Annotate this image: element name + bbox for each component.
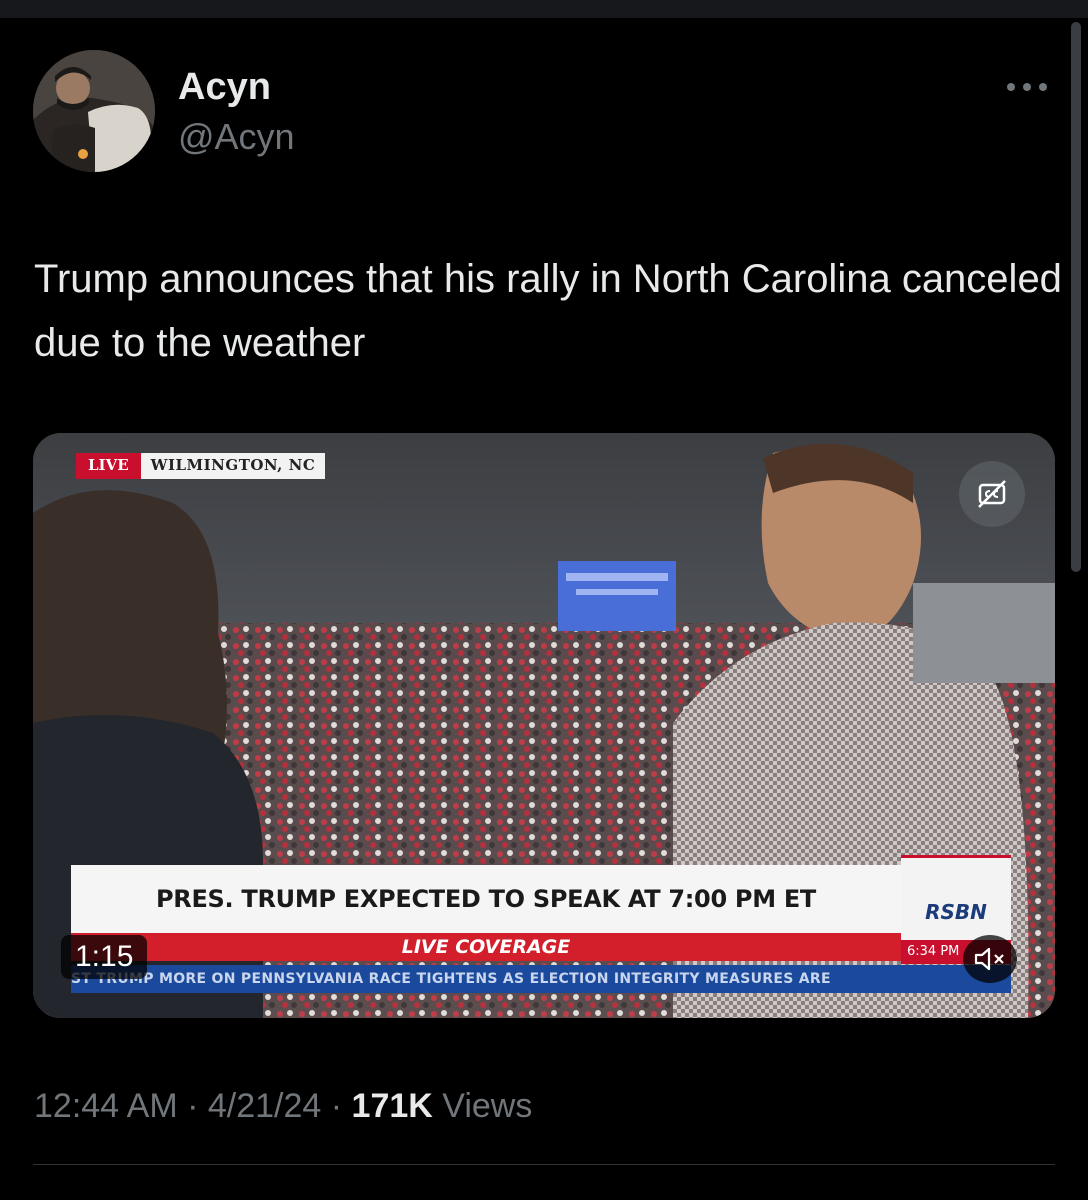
network-name: RSBN bbox=[925, 900, 987, 924]
ellipsis-icon bbox=[1007, 83, 1047, 91]
scrollbar[interactable] bbox=[1071, 22, 1081, 572]
chyron-headline: PRES. TRUMP EXPECTED TO SPEAK AT 7:00 PM… bbox=[71, 865, 901, 933]
tweet-date[interactable]: 4/21/24 bbox=[208, 1087, 321, 1125]
author-handle[interactable]: @Acyn bbox=[178, 116, 295, 158]
meta-separator: · bbox=[177, 1087, 208, 1125]
chyron-subline: LIVE COVERAGE bbox=[71, 933, 901, 961]
news-ticker: ST TRUMP MORE ON PENNSYLVANIA RACE TIGHT… bbox=[71, 965, 1011, 993]
tweet-time[interactable]: 12:44 AM bbox=[34, 1087, 178, 1125]
mute-button[interactable] bbox=[963, 935, 1017, 983]
captions-off-icon bbox=[978, 480, 1006, 508]
tweet-meta: 12:44 AM · 4/21/24 · 171K Views bbox=[34, 1087, 532, 1126]
location-label: WILMINGTON, NC bbox=[140, 453, 326, 479]
views-label: Views bbox=[442, 1087, 533, 1125]
video-duration: 1:15 bbox=[61, 935, 148, 979]
author-display-name[interactable]: Acyn bbox=[178, 66, 271, 109]
live-location-tag: LIVE WILMINGTON, NC bbox=[76, 453, 326, 479]
live-label: LIVE bbox=[76, 453, 141, 479]
user-avatar-icon bbox=[33, 50, 155, 172]
meta-separator: · bbox=[321, 1087, 352, 1125]
video-player[interactable]: LIVE WILMINGTON, NC PRES. TRUMP EXPECTED… bbox=[33, 433, 1055, 1018]
volume-muted-icon bbox=[974, 947, 1004, 971]
top-status-strip bbox=[0, 0, 1088, 18]
views-count: 171K bbox=[351, 1087, 433, 1125]
more-options-button[interactable] bbox=[1002, 70, 1052, 104]
author-avatar[interactable] bbox=[33, 50, 155, 172]
divider bbox=[33, 1164, 1055, 1165]
tweet-text: Trump announces that his rally in North … bbox=[34, 257, 1062, 365]
captions-button[interactable] bbox=[959, 461, 1025, 527]
